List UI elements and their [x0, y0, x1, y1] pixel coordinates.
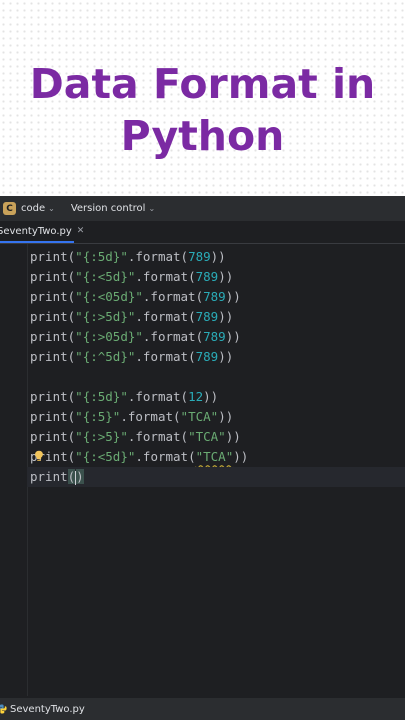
code-line-6[interactable]: print("{:^5d}".format(789)) — [30, 347, 400, 367]
code-token: "{:<05d}" — [75, 289, 143, 304]
version-control-menu[interactable]: Version control ⌄ — [71, 203, 155, 214]
code-line-9[interactable]: print("{:5}".format("TCA")) — [30, 407, 400, 427]
code-line-2[interactable]: print("{:<5d}".format(789)) — [30, 267, 400, 287]
code-token: "{:>5}" — [75, 429, 128, 444]
title-line-1: Data Format in — [29, 60, 376, 108]
code-line-12[interactable]: print() — [27, 467, 405, 487]
tab-seventytwo[interactable]: SeventyTwo.py ✕ — [0, 221, 84, 243]
code-token: "{:5}" — [75, 409, 121, 424]
code-token: print — [30, 389, 68, 404]
code-token: 789 — [203, 329, 226, 344]
tab-filename: SeventyTwo.py — [0, 225, 72, 237]
code-line-5[interactable]: print("{:>05d}".format(789)) — [30, 327, 400, 347]
code-token: .format — [127, 429, 181, 444]
code-token: 789 — [195, 269, 219, 284]
code-token: print — [30, 309, 68, 324]
code-line-4[interactable]: print("{:>5d}".format(789)) — [30, 307, 400, 327]
code-token: print — [30, 349, 68, 364]
code-token: print — [30, 469, 68, 484]
code-token: "TCA" — [188, 429, 226, 444]
code-token: .format — [135, 349, 189, 364]
video-title: Data Format in Python — [0, 58, 405, 162]
code-line-1[interactable]: print("{:5d}".format(789)) — [30, 247, 400, 267]
code-token: "{:5d}" — [75, 249, 128, 264]
code-token: print — [30, 269, 68, 284]
project-selector[interactable]: code ⌄ — [21, 203, 55, 214]
code-token: print — [30, 409, 68, 424]
code-token: print — [30, 289, 68, 304]
code-token: .format — [120, 409, 174, 424]
code-token: .format — [142, 329, 196, 344]
code-token: 789 — [195, 309, 219, 324]
code-token: "TCA" — [180, 409, 219, 424]
code-token: "TCA" — [195, 449, 234, 464]
main-toolbar: C code ⌄ Version control ⌄ — [0, 196, 405, 221]
python-file-icon — [0, 704, 7, 714]
editor-tab-bar: SeventyTwo.py ✕ — [0, 221, 405, 244]
ide-window: C code ⌄ Version control ⌄ SeventyTwo.py… — [0, 196, 405, 720]
lightbulb-icon[interactable] — [34, 450, 44, 462]
code-token: "{:<5d}" — [75, 449, 136, 464]
code-token: .format — [135, 309, 189, 324]
code-token: "{:^5d}" — [75, 349, 136, 364]
code-line-7[interactable] — [30, 367, 400, 387]
code-token: 789 — [203, 289, 226, 304]
code-token: "{:<5d}" — [75, 269, 136, 284]
code-line-10[interactable]: print("{:>5}".format("TCA")) — [30, 427, 400, 447]
code-line-8[interactable]: print("{:5d}".format(12)) — [30, 387, 400, 407]
code-token: .format — [127, 389, 181, 404]
code-token: .format — [135, 269, 189, 284]
code-editor[interactable]: print("{:5d}".format(789)) print("{:<5d}… — [27, 247, 405, 487]
code-line-3[interactable]: print("{:<05d}".format(789)) — [30, 287, 400, 307]
code-line-11[interactable]: print("{:<5d}".format("TCA")) — [30, 447, 400, 467]
status-bar: SeventyTwo.py — [0, 698, 405, 720]
code-token: .format — [135, 449, 189, 464]
code-token: "{:>05d}" — [75, 329, 143, 344]
code-token: .format — [127, 249, 181, 264]
code-token: print — [30, 429, 68, 444]
chevron-down-icon: ⌄ — [148, 204, 156, 213]
code-token: .format — [142, 289, 196, 304]
chevron-down-icon: ⌄ — [48, 204, 55, 213]
title-banner: Data Format in Python — [0, 0, 405, 196]
version-control-label: Version control — [70, 203, 146, 214]
status-filename[interactable]: SeventyTwo.py — [10, 704, 85, 715]
code-token: "{:>5d}" — [75, 309, 136, 324]
project-badge[interactable]: C — [3, 202, 16, 215]
code-token: 789 — [188, 249, 211, 264]
code-token: "{:5d}" — [75, 389, 128, 404]
code-token: 789 — [195, 349, 219, 364]
project-name: code — [21, 203, 46, 214]
title-line-2: Python — [120, 112, 285, 160]
code-token: 12 — [188, 389, 204, 404]
close-icon[interactable]: ✕ — [77, 226, 85, 236]
code-token: print — [30, 249, 68, 264]
line-gutter — [0, 244, 28, 696]
code-token: print — [30, 329, 68, 344]
